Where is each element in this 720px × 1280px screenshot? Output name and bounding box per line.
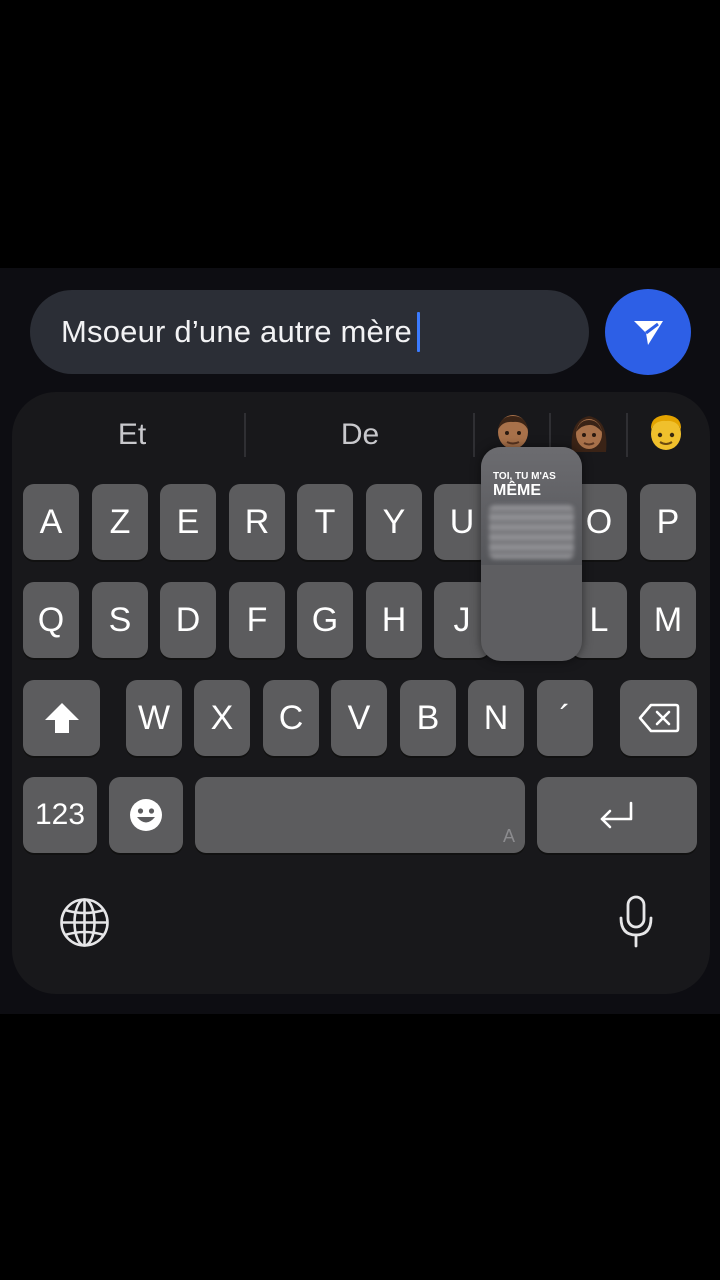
- suggestion-divider: [244, 413, 246, 457]
- key-w[interactable]: W: [126, 680, 182, 756]
- key-s[interactable]: S: [92, 582, 148, 658]
- popup-sticker: TOI, TU M'AS MÊME: [481, 447, 582, 565]
- shift-key[interactable]: [23, 680, 100, 756]
- message-input-text: Msoeur d’une autre mère: [61, 314, 412, 349]
- key-y[interactable]: Y: [366, 484, 422, 560]
- key-n[interactable]: N: [468, 680, 524, 756]
- key-m[interactable]: M: [640, 582, 696, 658]
- key-d[interactable]: D: [160, 582, 216, 658]
- key-a[interactable]: A: [23, 484, 79, 560]
- key-c[interactable]: C: [263, 680, 319, 756]
- emoji-icon: [130, 799, 162, 831]
- popup-sticker-text-2: MÊME: [493, 482, 541, 499]
- microphone-icon[interactable]: [617, 894, 655, 950]
- backspace-icon: [638, 703, 679, 733]
- space-language-hint: A: [502, 826, 515, 846]
- key-f[interactable]: F: [229, 582, 285, 658]
- suggestion-divider: [473, 413, 475, 457]
- key-e[interactable]: E: [160, 484, 216, 560]
- popup-sticker-image: [489, 505, 574, 559]
- suggestion-1[interactable]: Et: [82, 418, 182, 454]
- suggestion-divider: [626, 413, 628, 457]
- space-key[interactable]: A: [195, 777, 525, 853]
- backspace-key[interactable]: [620, 680, 697, 756]
- emoji-key[interactable]: [109, 777, 183, 853]
- return-key[interactable]: [537, 777, 697, 853]
- blond-child-emoji[interactable]: [644, 412, 688, 456]
- key-accent[interactable]: ´: [537, 680, 593, 756]
- key-r[interactable]: R: [229, 484, 285, 560]
- numbers-key[interactable]: 123: [23, 777, 97, 853]
- key-z[interactable]: Z: [92, 484, 148, 560]
- send-icon: [634, 321, 663, 345]
- key-g[interactable]: G: [297, 582, 353, 658]
- key-h[interactable]: H: [366, 582, 422, 658]
- key-b[interactable]: B: [400, 680, 456, 756]
- key-x[interactable]: X: [194, 680, 250, 756]
- suggestion-2[interactable]: De: [310, 418, 410, 454]
- key-v[interactable]: V: [331, 680, 387, 756]
- message-input[interactable]: Msoeur d’une autre mère: [30, 290, 589, 374]
- send-button[interactable]: [605, 289, 691, 375]
- globe-icon[interactable]: [59, 897, 110, 948]
- key-t[interactable]: T: [297, 484, 353, 560]
- key-p[interactable]: P: [640, 484, 696, 560]
- key-q[interactable]: Q: [23, 582, 79, 658]
- return-icon: [600, 801, 633, 829]
- key-popup-preview: TOI, TU M'AS MÊME: [481, 447, 582, 661]
- popup-sticker-text-1: TOI, TU M'AS: [493, 471, 556, 482]
- shift-icon: [44, 703, 79, 733]
- text-caret: [416, 312, 420, 352]
